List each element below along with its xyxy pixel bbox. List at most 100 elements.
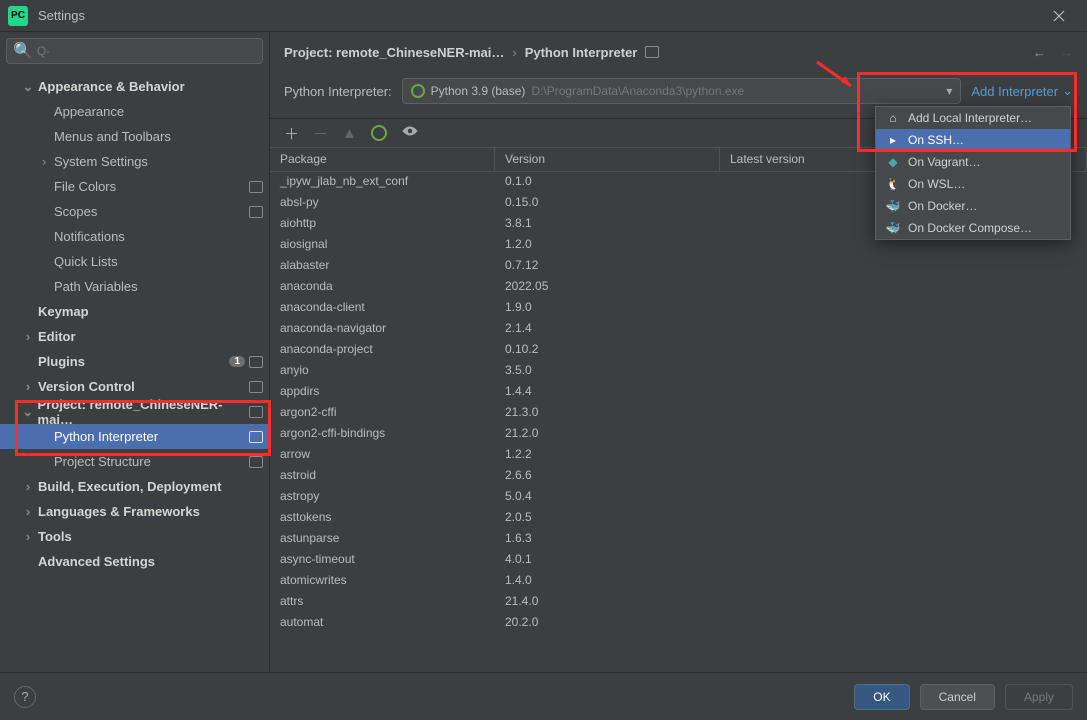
popup-on-vagrant[interactable]: ◆On Vagrant…	[876, 151, 1070, 173]
tree-appearance-behavior[interactable]: ⌄Appearance & Behavior	[0, 74, 269, 99]
tree-python-interpreter[interactable]: Python Interpreter	[0, 424, 269, 449]
cell-latest	[720, 340, 1087, 361]
close-icon[interactable]	[1039, 0, 1079, 32]
ok-button[interactable]: OK	[854, 684, 909, 710]
cell-latest	[720, 277, 1087, 298]
popup-on-wsl[interactable]: 🐧 On WSL…	[876, 173, 1070, 195]
table-row[interactable]: anaconda-client1.9.0	[270, 298, 1087, 319]
tree-tools[interactable]: ›Tools	[0, 524, 269, 549]
cell-version: 21.3.0	[495, 403, 720, 424]
tree-scopes[interactable]: Scopes	[0, 199, 269, 224]
tree-appearance[interactable]: Appearance	[0, 99, 269, 124]
tree-project-structure[interactable]: Project Structure	[0, 449, 269, 474]
remove-icon[interactable]: －	[313, 123, 328, 144]
table-row[interactable]: argon2-cffi-bindings21.2.0	[270, 424, 1087, 445]
popup-on-docker-compose[interactable]: 🐳On Docker Compose…	[876, 217, 1070, 239]
popup-label: On WSL…	[908, 177, 965, 191]
table-row[interactable]: anaconda2022.05	[270, 277, 1087, 298]
plugins-badge: 1	[229, 356, 245, 367]
cell-package: _ipyw_jlab_nb_ext_conf	[270, 172, 495, 193]
tree-label: Notifications	[54, 229, 125, 244]
table-row[interactable]: astropy5.0.4	[270, 487, 1087, 508]
chevron-down-icon: ⌄	[1062, 83, 1073, 99]
add-icon[interactable]: ＋	[284, 123, 299, 144]
table-row[interactable]: astunparse1.6.3	[270, 529, 1087, 550]
header-version[interactable]: Version	[495, 148, 720, 171]
tree-label: Menus and Toolbars	[54, 129, 171, 144]
tree-label: Path Variables	[54, 279, 138, 294]
cell-version: 0.1.0	[495, 172, 720, 193]
cell-version: 2022.05	[495, 277, 720, 298]
tree-path-variables[interactable]: Path Variables	[0, 274, 269, 299]
table-row[interactable]: arrow1.2.2	[270, 445, 1087, 466]
cell-version: 21.4.0	[495, 592, 720, 613]
tree-label: Appearance & Behavior	[38, 79, 185, 94]
cell-version: 20.2.0	[495, 613, 720, 634]
cell-package: argon2-cffi	[270, 403, 495, 424]
table-row[interactable]: anaconda-project0.10.2	[270, 340, 1087, 361]
chevron-right-icon: ›	[38, 154, 50, 169]
table-row[interactable]: atomicwrites1.4.0	[270, 571, 1087, 592]
table-row[interactable]: anaconda-navigator2.1.4	[270, 319, 1087, 340]
table-row[interactable]: argon2-cffi21.3.0	[270, 403, 1087, 424]
search-input[interactable]: 🔍	[6, 38, 263, 64]
tree-menus-toolbars[interactable]: Menus and Toolbars	[0, 124, 269, 149]
cell-package: aiohttp	[270, 214, 495, 235]
table-row[interactable]: automat20.2.0	[270, 613, 1087, 634]
tree-label: Version Control	[38, 379, 135, 394]
popup-on-ssh[interactable]: ▸On SSH…	[876, 129, 1070, 151]
back-arrow-icon[interactable]: ←	[1033, 45, 1046, 60]
tree-project[interactable]: ⌄Project: remote_ChineseNER-mai…	[0, 399, 269, 424]
tree-editor[interactable]: ›Editor	[0, 324, 269, 349]
table-row[interactable]: alabaster0.7.12	[270, 256, 1087, 277]
interpreter-path: D:\ProgramData\Anaconda3\python.exe	[531, 84, 744, 98]
cell-package: arrow	[270, 445, 495, 466]
tree-plugins[interactable]: Plugins1	[0, 349, 269, 374]
cell-latest	[720, 445, 1087, 466]
tree-build[interactable]: ›Build, Execution, Deployment	[0, 474, 269, 499]
cell-package: appdirs	[270, 382, 495, 403]
popup-label: On Docker…	[908, 199, 977, 213]
table-row[interactable]: anyio3.5.0	[270, 361, 1087, 382]
popup-label: On Vagrant…	[908, 155, 980, 169]
sidebar: 🔍 ⌄Appearance & Behavior Appearance Menu…	[0, 32, 270, 672]
tree-quick-lists[interactable]: Quick Lists	[0, 249, 269, 274]
cell-package: automat	[270, 613, 495, 634]
tree-system-settings[interactable]: › System Settings	[0, 149, 269, 174]
cell-latest	[720, 424, 1087, 445]
tree-label: System Settings	[54, 154, 148, 169]
cell-version: 1.6.3	[495, 529, 720, 550]
cell-version: 0.15.0	[495, 193, 720, 214]
up-icon[interactable]: ▲	[342, 125, 357, 142]
table-row[interactable]: astroid2.6.6	[270, 466, 1087, 487]
tree-advanced[interactable]: Advanced Settings	[0, 549, 269, 574]
wsl-icon: 🐧	[886, 177, 900, 191]
breadcrumb-project[interactable]: Project: remote_ChineseNER-mai…	[284, 45, 504, 60]
cancel-button[interactable]: Cancel	[920, 684, 995, 710]
titlebar: PC Settings	[0, 0, 1087, 32]
tree-keymap[interactable]: Keymap	[0, 299, 269, 324]
tree-version-control[interactable]: › Version Control	[0, 374, 269, 399]
search-field[interactable]	[37, 44, 256, 58]
home-icon: ⌂	[886, 111, 900, 125]
chevron-right-icon: ›	[22, 379, 34, 394]
forward-arrow-icon[interactable]: →	[1060, 45, 1073, 60]
table-row[interactable]: asttokens2.0.5	[270, 508, 1087, 529]
interpreter-select[interactable]: Python 3.9 (base) D:\ProgramData\Anacond…	[402, 78, 962, 104]
table-row[interactable]: async-timeout4.0.1	[270, 550, 1087, 571]
add-interpreter-label: Add Interpreter	[971, 84, 1058, 99]
tree-languages[interactable]: ›Languages & Frameworks	[0, 499, 269, 524]
header-package[interactable]: Package	[270, 148, 495, 171]
tree-notifications[interactable]: Notifications	[0, 224, 269, 249]
help-button[interactable]: ?	[14, 686, 36, 708]
add-interpreter-link[interactable]: Add Interpreter ⌄	[971, 83, 1073, 99]
popup-on-docker[interactable]: 🐳On Docker…	[876, 195, 1070, 217]
table-row[interactable]: appdirs1.4.4	[270, 382, 1087, 403]
tree-file-colors[interactable]: File Colors	[0, 174, 269, 199]
popup-add-local[interactable]: ⌂Add Local Interpreter…	[876, 107, 1070, 129]
cell-version: 0.7.12	[495, 256, 720, 277]
table-row[interactable]: attrs21.4.0	[270, 592, 1087, 613]
apply-button[interactable]: Apply	[1005, 684, 1073, 710]
conda-icon[interactable]	[371, 125, 387, 141]
eye-icon[interactable]	[401, 124, 419, 142]
